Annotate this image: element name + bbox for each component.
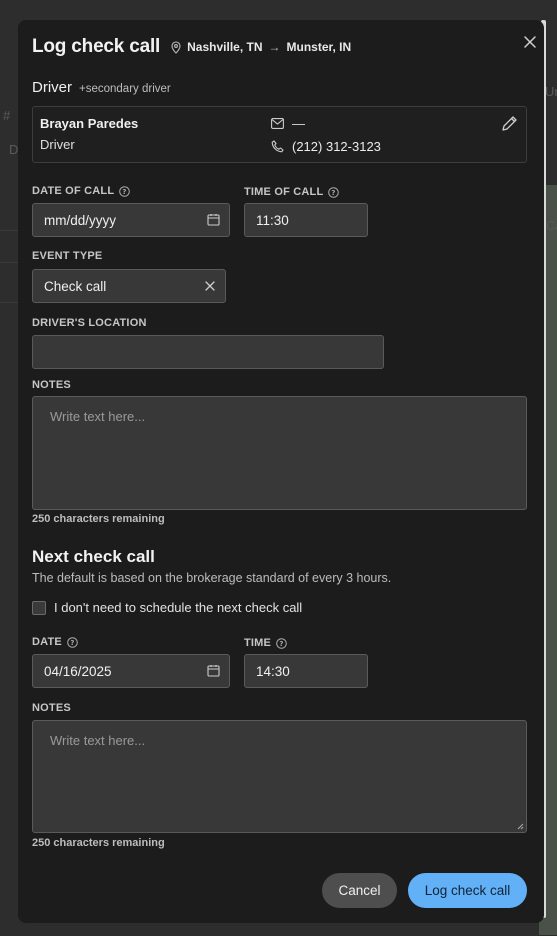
cancel-button[interactable]: Cancel (322, 873, 397, 908)
driver-section-header: Driver +secondary driver (32, 79, 171, 96)
driver-heading: Driver (32, 79, 72, 96)
date-of-call-input[interactable]: mm/dd/yyyy (32, 203, 230, 237)
next-date-input[interactable]: 04/16/2025 (32, 654, 230, 688)
help-icon[interactable]: ? (276, 637, 287, 649)
skip-next-check-call-label[interactable]: I don't need to schedule the next check … (54, 600, 302, 615)
svg-text:?: ? (70, 639, 74, 647)
log-check-call-button[interactable]: Log check call (408, 873, 527, 908)
pencil-icon[interactable] (501, 115, 518, 132)
date-of-call-value: mm/dd/yyyy (44, 212, 117, 228)
bg-text: # (3, 108, 11, 123)
notes-textarea[interactable]: Write text here... (32, 396, 527, 510)
event-type-label: EVENT TYPE (32, 250, 103, 262)
svg-text:?: ? (279, 640, 283, 648)
skip-next-check-call-checkbox[interactable]: I don't need to schedule the next check … (32, 600, 302, 615)
svg-text:?: ? (123, 188, 127, 196)
time-of-call-label-text: TIME OF CALL (244, 186, 324, 198)
notes-label: NOTES (32, 379, 71, 391)
date-of-call-label: DATE OF CALL ? (32, 185, 131, 197)
next-date-value: 04/16/2025 (44, 663, 112, 679)
add-secondary-driver-button[interactable]: +secondary driver (79, 83, 171, 95)
calendar-icon[interactable] (207, 664, 220, 677)
modal-header: Log check call Nashville, TN → Munster, … (32, 36, 530, 58)
next-date-label: DATE ? (32, 636, 78, 648)
date-of-call-label-text: DATE OF CALL (32, 185, 115, 197)
driver-phone: (212) 312-3123 (271, 139, 381, 154)
next-time-value: 14:30 (256, 663, 290, 679)
help-icon[interactable]: ? (328, 186, 340, 198)
next-notes-label: NOTES (32, 702, 71, 714)
driver-card: Brayan Paredes Driver — (212) 312-3123 (32, 106, 527, 163)
bg-text: Uni (545, 84, 557, 99)
driver-name: Brayan Paredes (40, 116, 139, 131)
location-pin-icon (171, 40, 181, 54)
route: Nashville, TN → Munster, IN (170, 40, 351, 54)
bg-text: Ca (546, 218, 557, 233)
checkbox-box[interactable] (32, 600, 46, 615)
notes-characters-remaining: 250 characters remaining (32, 513, 165, 525)
next-date-label-text: DATE (32, 636, 62, 648)
help-icon[interactable]: ? (67, 636, 78, 648)
driver-email: — (271, 116, 305, 131)
driver-location-label: DRIVER'S LOCATION (32, 317, 147, 329)
event-type-select[interactable]: Check call (32, 269, 226, 303)
next-time-input[interactable]: 14:30 (244, 654, 368, 688)
driver-role: Driver (40, 137, 75, 152)
next-notes-textarea[interactable]: Write text here... (32, 720, 527, 833)
calendar-icon[interactable] (207, 213, 220, 226)
next-time-label-text: TIME (244, 637, 272, 649)
close-icon[interactable] (522, 34, 538, 50)
help-icon[interactable]: ? (119, 185, 131, 197)
next-time-label: TIME ? (244, 637, 287, 649)
next-check-call-subtitle: The default is based on the brokerage st… (32, 571, 392, 585)
phone-icon (271, 140, 284, 153)
driver-location-input[interactable] (32, 335, 384, 369)
event-type-value: Check call (44, 278, 107, 294)
modal-title: Log check call (32, 36, 161, 57)
bg-text: D (9, 142, 19, 157)
log-check-call-modal: Log check call Nashville, TN → Munster, … (18, 20, 544, 923)
route-destination: Munster, IN (286, 40, 352, 54)
route-arrow: → (268, 40, 281, 54)
svg-text:?: ? (332, 189, 336, 197)
route-origin: Nashville, TN (187, 40, 263, 54)
driver-phone-value: (212) 312-3123 (292, 139, 381, 154)
time-of-call-label: TIME OF CALL ? (244, 186, 340, 198)
driver-email-value: — (292, 116, 305, 131)
next-notes-characters-remaining: 250 characters remaining (32, 837, 165, 849)
resize-handle-icon[interactable] (517, 823, 524, 830)
clear-icon[interactable] (204, 280, 216, 292)
time-of-call-input[interactable]: 11:30 (244, 203, 368, 237)
next-notes-placeholder: Write text here... (50, 733, 146, 748)
mail-icon (271, 118, 284, 129)
next-check-call-heading: Next check call (32, 547, 155, 566)
time-of-call-value: 11:30 (256, 212, 289, 228)
notes-placeholder: Write text here... (50, 409, 146, 424)
